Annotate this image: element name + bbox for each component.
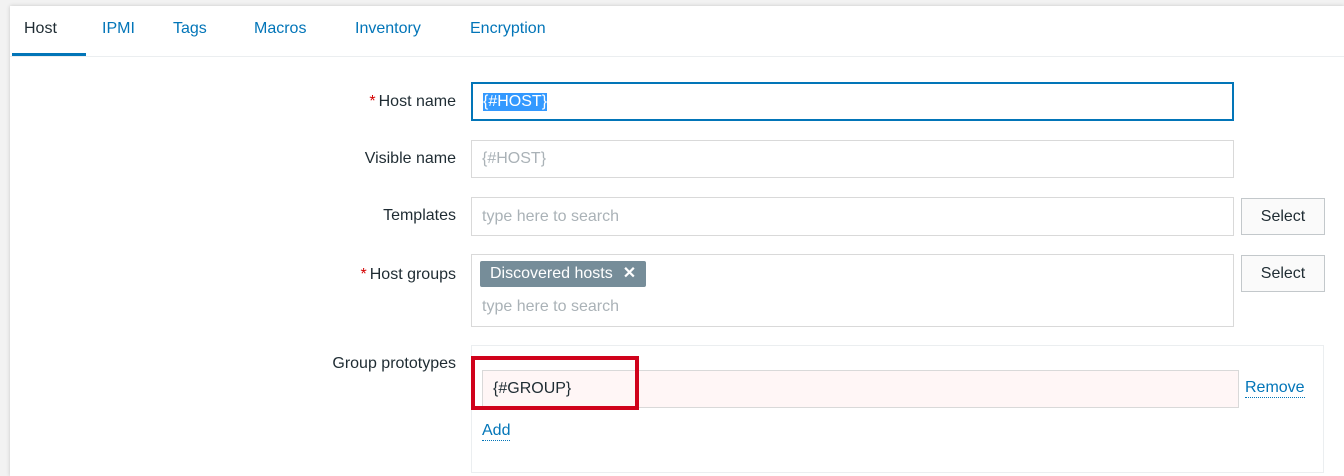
host-groups-select-button[interactable]: Select	[1241, 255, 1325, 292]
visible-name-input[interactable]: {#HOST}	[471, 140, 1234, 178]
group-prototype-value: {#GROUP}	[493, 380, 572, 397]
host-group-chip: Discovered hosts ✕	[480, 261, 647, 287]
tab-host[interactable]: Host	[24, 20, 57, 38]
host-name-label: * Host name	[369, 93, 456, 110]
add-group-prototype-link[interactable]: Add	[482, 422, 511, 441]
templates-label: Templates	[383, 207, 456, 224]
tab-macros[interactable]: Macros	[254, 20, 306, 38]
templates-placeholder: type here to search	[482, 207, 619, 225]
templates-select-button[interactable]: Select	[1241, 198, 1325, 235]
active-tab-indicator	[12, 53, 86, 56]
group-prototypes-label: Group prototypes	[332, 355, 456, 372]
tab-encryption[interactable]: Encryption	[470, 20, 546, 38]
required-marker: *	[369, 93, 376, 110]
group-prototypes-box: {#GROUP} Remove Add	[471, 345, 1324, 473]
tab-tags[interactable]: Tags	[173, 20, 207, 38]
group-prototype-input[interactable]: {#GROUP}	[482, 370, 1239, 408]
host-groups-placeholder: type here to search	[482, 298, 619, 315]
host-groups-multiselect[interactable]: Discovered hosts ✕ type here to search	[471, 254, 1234, 327]
host-prototype-form-panel: Host IPMI Tags Macros Inventory Encrypti…	[10, 6, 1344, 476]
templates-search-input[interactable]: type here to search	[471, 197, 1234, 236]
host-groups-label: * Host groups	[360, 266, 457, 283]
visible-name-label: Visible name	[364, 150, 456, 167]
remove-group-prototype-link[interactable]: Remove	[1245, 379, 1305, 398]
visible-name-placeholder: {#HOST}	[482, 150, 547, 167]
host-name-input[interactable]: {#HOST}	[471, 82, 1234, 121]
remove-chip-icon[interactable]: ✕	[623, 261, 636, 287]
host-name-value: {#HOST}	[483, 92, 548, 111]
tab-inventory[interactable]: Inventory	[355, 20, 421, 38]
tab-ipmi[interactable]: IPMI	[102, 20, 135, 38]
tab-bar: Host IPMI Tags Macros Inventory Encrypti…	[10, 6, 1344, 57]
required-marker: *	[360, 266, 367, 283]
